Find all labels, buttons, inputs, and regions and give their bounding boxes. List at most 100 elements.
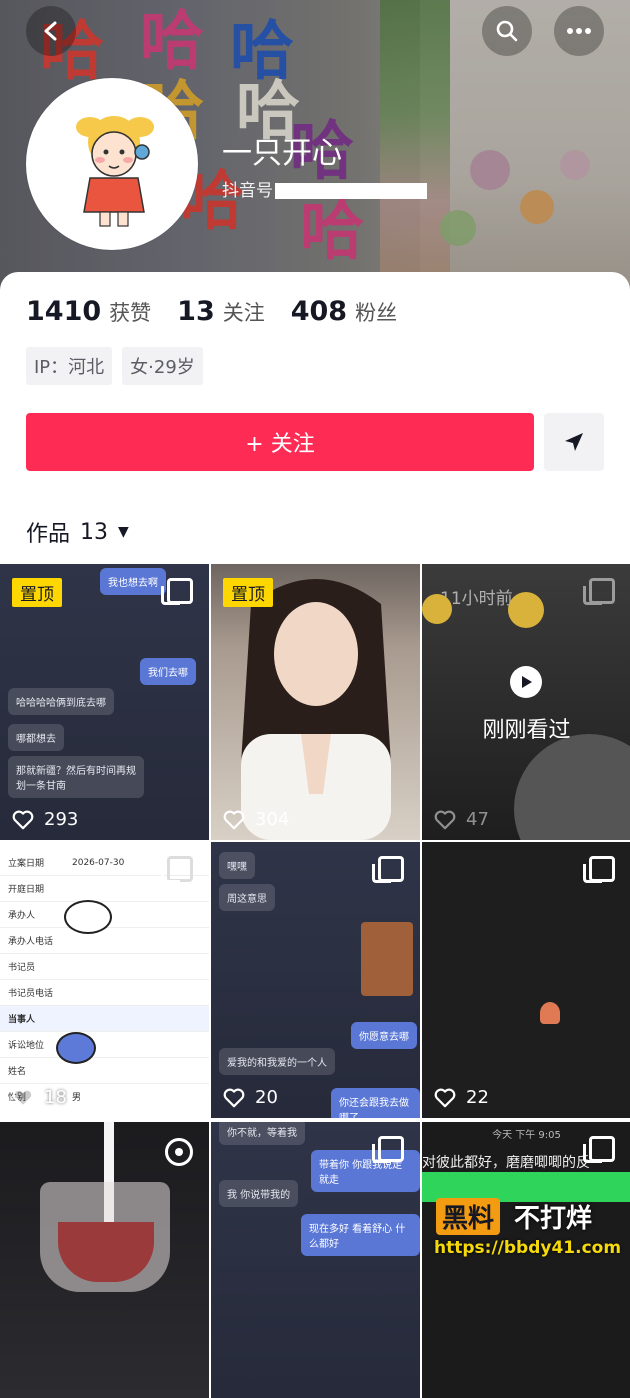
stat-followers[interactable]: 408 粉丝 xyxy=(291,296,397,327)
more-button[interactable] xyxy=(554,6,604,56)
cat-sticker xyxy=(64,900,112,934)
chat-bubble: 那就新疆？然后有时间再规划一条甘南 xyxy=(8,756,144,798)
shadow-circle xyxy=(514,734,630,840)
stat-number: 408 xyxy=(290,296,348,327)
pinned-badge: 置顶 xyxy=(12,578,62,607)
multi-image-icon xyxy=(583,856,615,883)
pinned-badge: 置顶 xyxy=(223,578,273,607)
profile-tags: IP：河北 女·29岁 xyxy=(26,347,213,385)
like-count: 293 xyxy=(12,809,78,830)
chat-bubble: 现在多好 看着舒心 什么都好 xyxy=(301,1214,420,1256)
stat-following[interactable]: 13 关注 xyxy=(177,296,265,327)
multi-image-icon xyxy=(583,1136,615,1163)
douyin-id-label: 抖音号 xyxy=(222,181,273,201)
works-tab[interactable]: 作品 13 ▼ xyxy=(26,516,129,548)
chat-bubble: 哪都想去 xyxy=(8,724,64,751)
more-icon xyxy=(567,28,591,34)
like-count-value: 293 xyxy=(44,809,79,830)
chat-bubble: 你还会跟我去做哪了 xyxy=(331,1088,420,1118)
stat-number: 1410 xyxy=(26,296,102,327)
multi-image-icon xyxy=(372,1136,404,1163)
play-icon xyxy=(522,676,532,688)
form-row-label: 承办人电话 xyxy=(8,937,54,947)
share-button[interactable] xyxy=(544,413,604,471)
works-label: 作品 xyxy=(26,522,71,547)
video-thumbnail[interactable] xyxy=(0,1122,209,1398)
like-count-value: 20 xyxy=(255,1087,278,1108)
chat-bubble: 我 你说带我的 xyxy=(219,1180,299,1207)
video-thumbnail[interactable]: 立案日期 2026-07-30 开庭日期 承办人 承办人电话 书记员 书记员电话 … xyxy=(0,842,209,1118)
gender-age-tag: 女·29岁 xyxy=(122,347,203,385)
profile-name: 一只开心 xyxy=(222,136,342,171)
like-count-value: 304 xyxy=(255,809,290,830)
chat-bubble: 嘿嘿 xyxy=(219,852,255,879)
like-count: 20 xyxy=(223,1087,278,1108)
form-row-value: 2026-07-30 xyxy=(72,857,125,868)
form-row-label: 立案日期 xyxy=(8,859,45,869)
like-count: 47 xyxy=(434,809,489,830)
form-row-label: 当事人 xyxy=(8,1015,36,1025)
chat-bubble: 哈哈哈哈俩到底去哪 xyxy=(8,688,114,715)
form-row-label: 开庭日期 xyxy=(8,885,45,895)
like-count: 18 xyxy=(12,1087,67,1108)
video-thumbnail[interactable]: 我也想去啊 哈哈哈哈俩到底去哪 哪都想去 那就新疆？然后有时间再规划一条甘南 我… xyxy=(0,564,209,840)
video-thumbnail[interactable]: 11小时前 刚刚看过 47 xyxy=(422,564,630,840)
heart-icon xyxy=(434,1088,456,1107)
multi-image-icon xyxy=(161,578,193,605)
caret-down-icon: ▼ xyxy=(118,524,129,540)
search-button[interactable] xyxy=(482,6,532,56)
stat-label: 获赞 xyxy=(109,301,152,325)
multi-image-icon xyxy=(372,856,404,883)
chat-bubble: 我也想去啊 xyxy=(100,568,166,595)
douyin-id: 抖音号 xyxy=(222,176,427,201)
like-count: 304 xyxy=(223,809,289,830)
follow-button[interactable]: + 关注 xyxy=(26,413,534,471)
video-thumbnail[interactable]: 嘿嘿 周这意思 你愿意去哪 爱我的和我爱的一个人 你还会跟我去做哪了 20 xyxy=(211,842,420,1118)
stat-number: 13 xyxy=(177,296,215,327)
video-thumbnail[interactable]: 置顶 304 xyxy=(211,564,420,840)
watermark-brand-primary: 黑料 xyxy=(436,1198,501,1235)
douyin-id-redacted xyxy=(275,183,427,199)
stat-label: 粉丝 xyxy=(355,301,398,325)
multi-image-icon xyxy=(161,856,193,883)
play-button[interactable] xyxy=(510,666,542,698)
watermark-url: https://bbdy41.com xyxy=(434,1238,622,1258)
like-count-value: 47 xyxy=(466,809,489,830)
chat-bubble: 周这意思 xyxy=(219,884,275,911)
stats-row: 1410 获赞 13 关注 408 粉丝 xyxy=(26,296,423,327)
chevron-left-icon xyxy=(44,21,57,41)
form-row-label: 承办人 xyxy=(8,911,36,921)
live-photo-icon xyxy=(165,1138,193,1166)
heart-icon xyxy=(12,1088,34,1107)
video-thumbnail[interactable]: 你不就，等着我 带着你 你跟我说走就走 我 你说带我的 现在多好 看着舒心 什么… xyxy=(211,1122,420,1398)
photo-thumbnail xyxy=(361,922,413,996)
watermark-brand-secondary: 不打烊 xyxy=(514,1204,593,1234)
chat-bubble: 我们去哪 xyxy=(140,658,196,685)
ip-tag: IP：河北 xyxy=(26,347,113,385)
stat-likes[interactable]: 1410 获赞 xyxy=(26,296,151,327)
like-count: 22 xyxy=(434,1087,489,1108)
like-count-value: 22 xyxy=(466,1087,489,1108)
bear-sticker xyxy=(56,1032,96,1064)
small-figure xyxy=(540,1002,560,1024)
form-row-label: 姓名 xyxy=(8,1067,27,1077)
form-table: 立案日期 2026-07-30 开庭日期 承办人 承办人电话 书记员 书记员电话 … xyxy=(0,850,209,1109)
heart-icon xyxy=(223,1088,245,1107)
send-icon xyxy=(565,433,583,451)
avatar[interactable] xyxy=(26,78,198,250)
heart-icon xyxy=(434,810,456,829)
watermark: 黑料 不打烊 https://bbdy41.com xyxy=(430,1196,630,1280)
emoji-sticker xyxy=(422,594,452,624)
heart-icon xyxy=(223,810,245,829)
cartoon-girl-avatar-icon xyxy=(30,82,194,246)
video-thumbnail[interactable]: 22 xyxy=(422,842,630,1118)
chat-bubble: 你不就，等着我 xyxy=(219,1122,305,1145)
like-count-value: 18 xyxy=(44,1087,67,1108)
back-button[interactable] xyxy=(26,6,76,56)
works-count: 13 xyxy=(80,519,109,545)
search-icon xyxy=(496,20,518,42)
form-row-label: 书记员 xyxy=(8,963,36,973)
form-row-label: 书记员电话 xyxy=(8,989,54,999)
emoji-sticker xyxy=(508,592,544,628)
recently-viewed-label: 刚刚看过 xyxy=(482,718,571,743)
